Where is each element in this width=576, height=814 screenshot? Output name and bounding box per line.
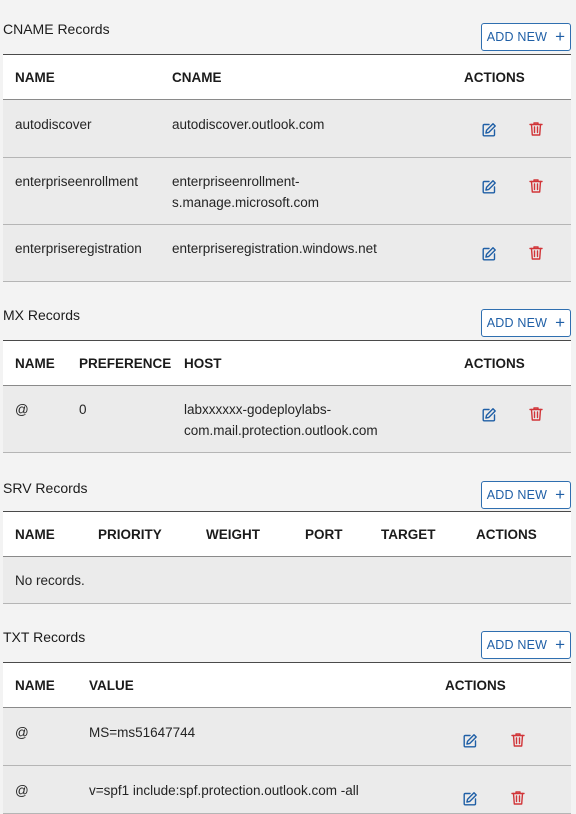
- col-actions: ACTIONS: [476, 527, 537, 542]
- srv-title: SRV Records: [3, 480, 88, 496]
- cname-add-new-button[interactable]: ADD NEW +: [481, 23, 571, 51]
- record-cname-line2: s.manage.microsoft.com: [172, 195, 320, 210]
- table-row: autodiscover autodiscover.outlook.com: [3, 100, 571, 158]
- edit-icon[interactable]: [481, 407, 496, 422]
- col-host: HOST: [184, 356, 222, 371]
- col-weight: WEIGHT: [206, 527, 260, 542]
- trash-icon[interactable]: [528, 406, 543, 421]
- record-value: v=spf1 include:spf.protection.outlook.co…: [89, 783, 359, 798]
- srv-section: SRV Records ADD NEW + NAME PRIORITY WEIG…: [3, 454, 571, 604]
- plus-icon: +: [555, 26, 566, 46]
- txt-section: TXT Records ADD NEW + NAME VALUE ACTIONS…: [3, 604, 571, 814]
- edit-icon[interactable]: [481, 246, 496, 261]
- table-row: @ 0 labxxxxxx-godeploylabs- com.mail.pro…: [3, 386, 571, 453]
- col-value: VALUE: [89, 678, 134, 693]
- col-preference: PREFERENCE: [79, 356, 172, 371]
- record-name: @: [15, 402, 29, 417]
- trash-icon[interactable]: [528, 245, 543, 260]
- srv-add-new-button[interactable]: ADD NEW +: [481, 481, 571, 509]
- table-row: enterpriseenrollment enterpriseenrollmen…: [3, 158, 571, 225]
- no-records-text: No records.: [15, 573, 85, 588]
- add-new-label: ADD NEW: [486, 30, 548, 44]
- mx-section: MX Records ADD NEW + NAME PREFERENCE HOS…: [3, 282, 571, 454]
- col-actions: ACTIONS: [445, 678, 506, 693]
- table-row: enterpriseregistration enterpriseregistr…: [3, 225, 571, 282]
- col-name: NAME: [15, 678, 55, 693]
- record-preference: 0: [79, 402, 87, 417]
- record-name: autodiscover: [15, 117, 92, 132]
- plus-icon: +: [555, 634, 566, 654]
- record-value: MS=ms51647744: [89, 725, 196, 740]
- record-name: enterpriseregistration: [15, 241, 142, 256]
- empty-row: No records.: [3, 557, 571, 604]
- add-new-label: ADD NEW: [486, 488, 548, 502]
- record-name: enterpriseenrollment: [15, 174, 139, 189]
- col-target: TARGET: [381, 527, 436, 542]
- plus-icon: +: [555, 484, 566, 504]
- col-actions: ACTIONS: [464, 356, 525, 371]
- col-port: PORT: [305, 527, 343, 542]
- col-cname: CNAME: [172, 70, 222, 85]
- record-name: @: [15, 725, 29, 740]
- txt-header-row: NAME VALUE ACTIONS: [3, 662, 571, 708]
- add-new-label: ADD NEW: [486, 638, 548, 652]
- edit-icon[interactable]: [462, 791, 477, 806]
- col-name: NAME: [15, 70, 55, 85]
- record-host-line1: labxxxxxx-godeploylabs-: [184, 402, 332, 417]
- col-name: NAME: [15, 356, 55, 371]
- edit-icon[interactable]: [481, 122, 496, 137]
- trash-icon[interactable]: [528, 178, 543, 193]
- record-cname: enterpriseregistration.windows.net: [172, 241, 377, 256]
- cname-header-row: NAME CNAME ACTIONS: [3, 54, 571, 100]
- txt-title: TXT Records: [3, 629, 86, 645]
- edit-icon[interactable]: [481, 179, 496, 194]
- mx-add-new-button[interactable]: ADD NEW +: [481, 309, 571, 337]
- mx-header-row: NAME PREFERENCE HOST ACTIONS: [3, 340, 571, 386]
- srv-header-row: NAME PRIORITY WEIGHT PORT TARGET ACTIONS: [3, 511, 571, 557]
- table-row: @ v=spf1 include:spf.protection.outlook.…: [3, 766, 571, 814]
- record-cname-line1: enterpriseenrollment-: [172, 174, 300, 189]
- add-new-label: ADD NEW: [486, 316, 548, 330]
- trash-icon[interactable]: [510, 732, 525, 747]
- cname-section: CNAME Records ADD NEW + NAME CNAME ACTIO…: [3, 0, 571, 282]
- col-priority: PRIORITY: [98, 527, 162, 542]
- trash-icon[interactable]: [528, 121, 543, 136]
- table-row: @ MS=ms51647744: [3, 708, 571, 766]
- edit-icon[interactable]: [462, 733, 477, 748]
- cname-title: CNAME Records: [3, 21, 110, 37]
- mx-title: MX Records: [3, 307, 81, 323]
- record-cname: autodiscover.outlook.com: [172, 117, 325, 132]
- record-name: @: [15, 783, 29, 798]
- plus-icon: +: [555, 312, 566, 332]
- col-name: NAME: [15, 527, 55, 542]
- txt-add-new-button[interactable]: ADD NEW +: [481, 631, 571, 659]
- col-actions: ACTIONS: [464, 70, 525, 85]
- record-host-line2: com.mail.protection.outlook.com: [184, 423, 378, 438]
- trash-icon[interactable]: [510, 790, 525, 805]
